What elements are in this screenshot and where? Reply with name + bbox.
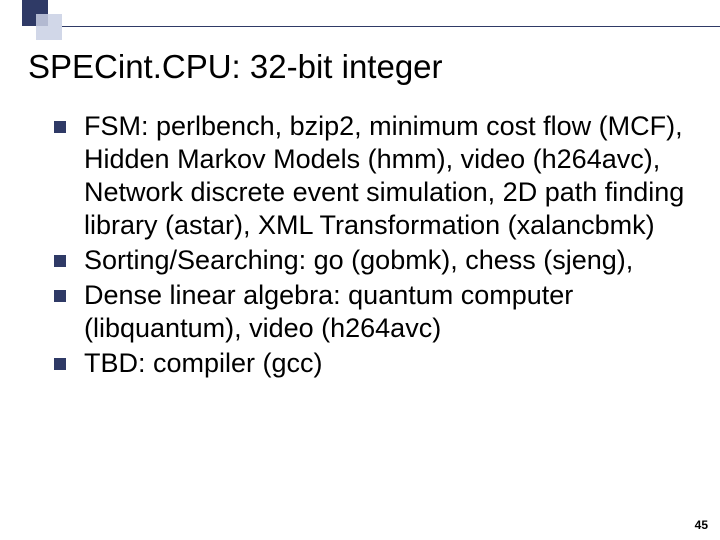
decor-square-light: [36, 14, 62, 40]
bullet-icon: [54, 121, 66, 133]
slide-title: SPECint.CPU: 32-bit integer: [28, 48, 696, 86]
list-item: Sorting/Searching: go (gobmk), chess (sj…: [54, 244, 696, 277]
list-item: TBD: compiler (gcc): [54, 347, 696, 380]
slide-content: SPECint.CPU: 32-bit integer FSM: perlben…: [28, 48, 696, 516]
list-item: FSM: perlbench, bzip2, minimum cost flow…: [54, 110, 696, 242]
bullet-icon: [54, 358, 66, 370]
bullet-icon: [54, 290, 66, 302]
list-item-text: Sorting/Searching: go (gobmk), chess (sj…: [84, 244, 633, 277]
list-item: Dense linear algebra: quantum computer (…: [54, 279, 696, 345]
decor-rule: [62, 26, 720, 27]
page-number: 45: [695, 518, 708, 532]
list-item-text: TBD: compiler (gcc): [84, 347, 323, 380]
bullet-icon: [54, 255, 66, 267]
header-decoration: [0, 0, 720, 34]
bullet-list: FSM: perlbench, bzip2, minimum cost flow…: [54, 110, 696, 380]
list-item-text: FSM: perlbench, bzip2, minimum cost flow…: [84, 110, 696, 242]
list-item-text: Dense linear algebra: quantum computer (…: [84, 279, 696, 345]
